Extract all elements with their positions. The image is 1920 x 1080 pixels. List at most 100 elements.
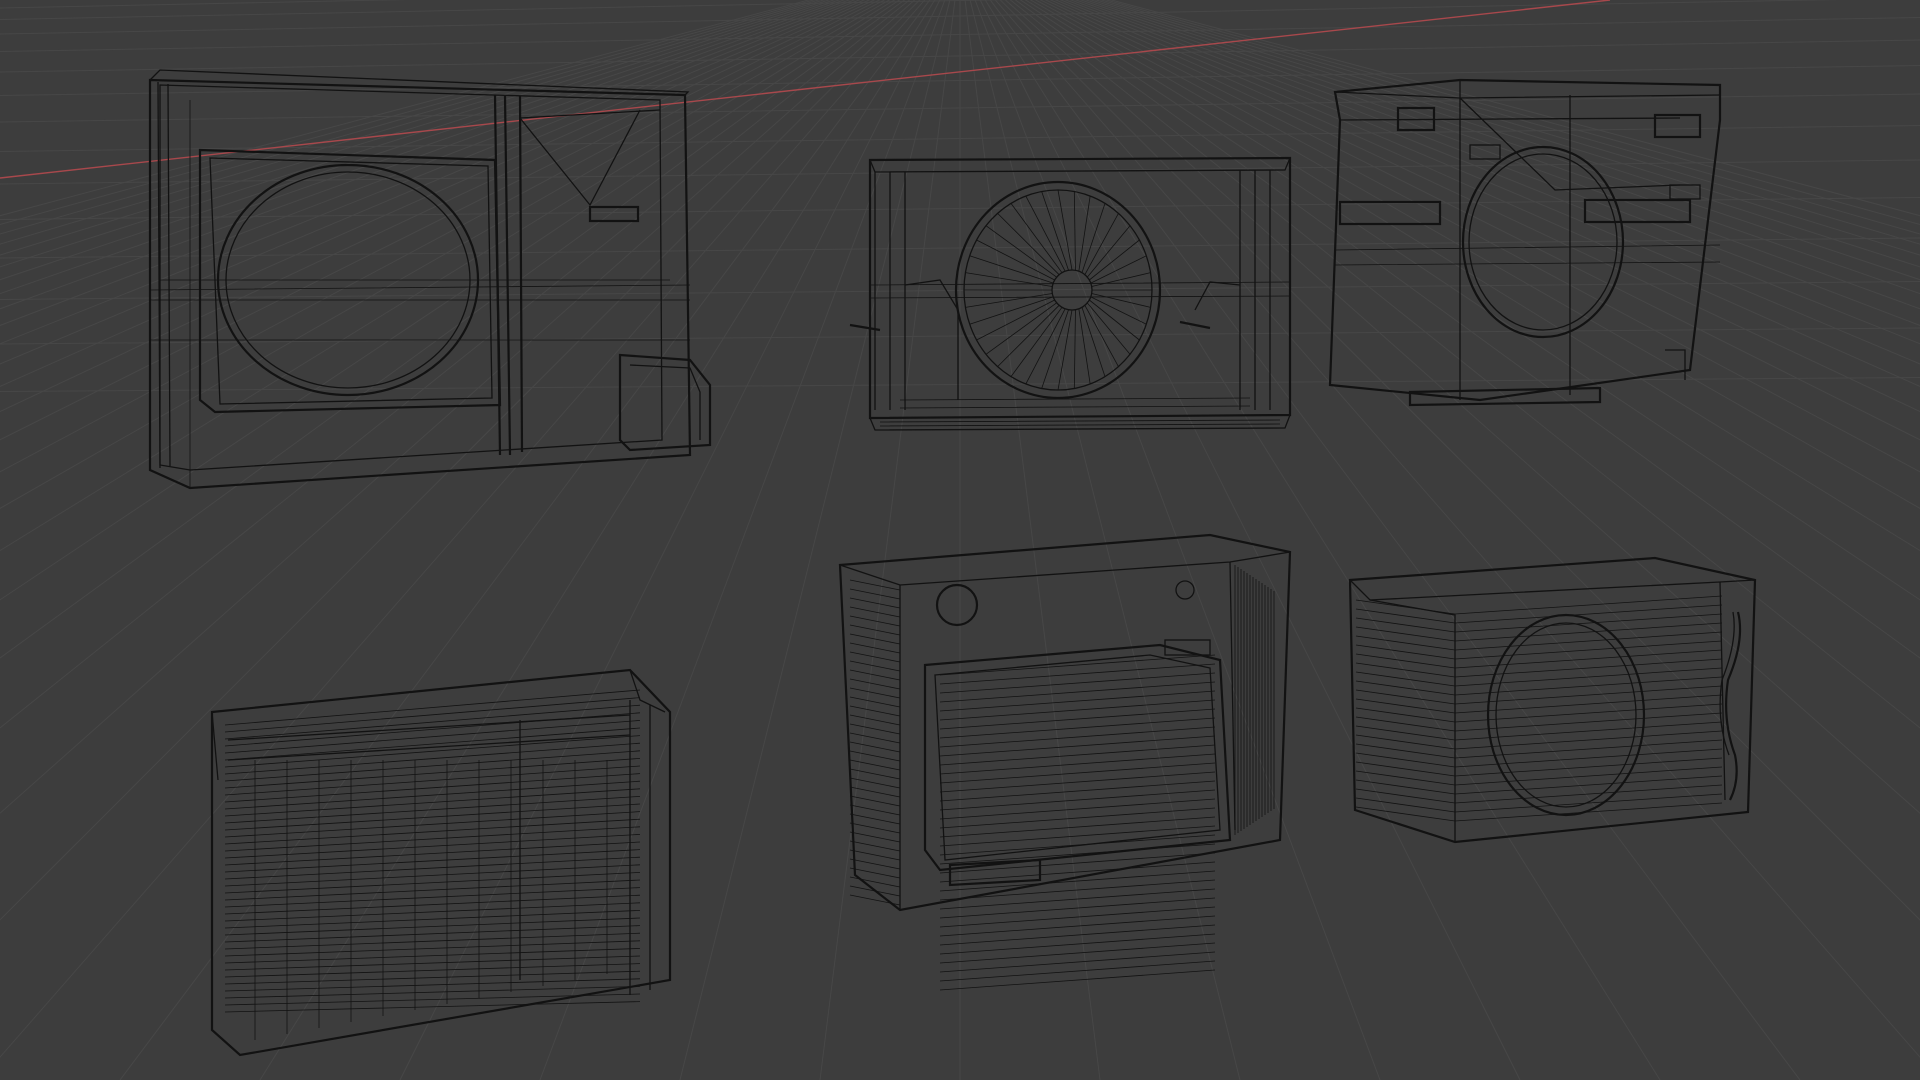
slat-line	[1355, 761, 1456, 777]
fan-spoke	[997, 213, 1060, 275]
grid-line	[984, 0, 1661, 1080]
slat-line	[1454, 658, 1723, 678]
slat-line	[224, 689, 641, 726]
slat-line	[1355, 734, 1456, 750]
slat-line	[849, 786, 901, 798]
slat-line	[939, 780, 1216, 802]
fan-spoke	[969, 296, 1054, 325]
ac-unit-5[interactable]	[838, 533, 1292, 991]
slat-line	[1355, 599, 1456, 615]
slat-line	[849, 660, 901, 672]
slat-line	[849, 804, 901, 816]
grid-line	[969, 0, 1241, 1080]
fan-spoke	[1073, 191, 1076, 271]
slat-line	[849, 723, 901, 735]
slat-line	[939, 663, 1216, 685]
ac-unit-2[interactable]	[849, 156, 1292, 431]
grid-line	[0, 0, 856, 326]
slat-line	[939, 708, 1216, 730]
slat-line	[849, 822, 901, 834]
slat-line	[1355, 752, 1456, 768]
fan-spoke	[1057, 189, 1073, 271]
slat-line	[849, 651, 901, 663]
slat-line	[939, 753, 1216, 775]
slat-line	[939, 843, 1216, 865]
slat-line	[939, 924, 1216, 946]
slat-line	[1355, 698, 1456, 714]
slat-line	[1454, 757, 1723, 777]
grid-line	[399, 0, 941, 1080]
viewport-canvas[interactable]	[0, 0, 1920, 1080]
slat-line	[939, 717, 1216, 739]
slat-line	[939, 762, 1216, 784]
slat-line	[939, 654, 1216, 676]
slat-line	[939, 681, 1216, 703]
grid-line	[0, 0, 851, 310]
slat-line	[1355, 797, 1456, 813]
slat-line	[1355, 671, 1456, 687]
grid-line	[0, 0, 821, 235]
slat-line	[1454, 703, 1723, 723]
slat-line	[1454, 712, 1723, 732]
slat-line	[224, 704, 641, 740]
slat-line	[939, 690, 1216, 712]
slat-line	[849, 579, 901, 591]
slat-line	[849, 831, 901, 843]
slat-line	[1454, 676, 1723, 696]
slat-line	[849, 606, 901, 618]
fan-spoke	[976, 299, 1055, 341]
slat-line	[849, 732, 901, 744]
slat-line	[849, 588, 901, 600]
slat-line	[939, 807, 1216, 829]
grid-line	[0, 0, 816, 226]
grid-line	[0, 0, 836, 268]
slat-line	[1355, 707, 1456, 723]
fan-spoke	[1084, 305, 1119, 367]
ac-unit-1[interactable]	[148, 69, 712, 490]
slat-line	[1454, 793, 1723, 813]
slat-line	[849, 759, 901, 771]
slat-line	[1355, 653, 1456, 669]
slat-line	[1454, 649, 1723, 669]
slat-line	[849, 642, 901, 654]
slat-line	[939, 744, 1216, 766]
slat-line	[939, 735, 1216, 757]
grid-line	[0, 0, 831, 256]
slat-line	[1355, 617, 1456, 633]
slat-line	[1454, 595, 1723, 615]
slat-line	[1355, 662, 1456, 678]
slat-line	[939, 825, 1216, 847]
slat-line	[849, 615, 901, 627]
slat-line	[939, 726, 1216, 748]
slat-line	[1355, 689, 1456, 705]
fan-spoke	[1091, 293, 1151, 308]
fan-spoke	[1087, 302, 1131, 355]
grid-line	[119, 0, 931, 1080]
3d-viewport[interactable]	[0, 0, 1920, 1080]
grid-line	[0, 0, 841, 281]
slat-line	[939, 933, 1216, 955]
grid-line	[0, 0, 811, 217]
fan-spoke	[1087, 225, 1131, 278]
slat-line	[1454, 613, 1723, 633]
slat-line	[939, 888, 1216, 910]
fan-spoke	[1089, 299, 1140, 341]
slat-line	[849, 750, 901, 762]
grid-line	[539, 0, 946, 1080]
slat-line	[939, 969, 1216, 991]
slat-line	[939, 789, 1216, 811]
grid-line	[679, 0, 951, 1080]
slat-line	[849, 597, 901, 609]
slat-line	[1355, 626, 1456, 642]
slat-line	[939, 906, 1216, 928]
slat-line	[849, 849, 901, 861]
slat-line	[1355, 716, 1456, 732]
slat-line	[849, 678, 901, 690]
slat-line	[939, 960, 1216, 982]
slat-line	[1454, 631, 1723, 651]
slat-line	[849, 885, 901, 897]
slat-line	[1355, 635, 1456, 651]
fan-spoke	[1090, 296, 1147, 325]
fan-spoke	[1025, 308, 1066, 385]
slat-line	[1454, 685, 1723, 705]
